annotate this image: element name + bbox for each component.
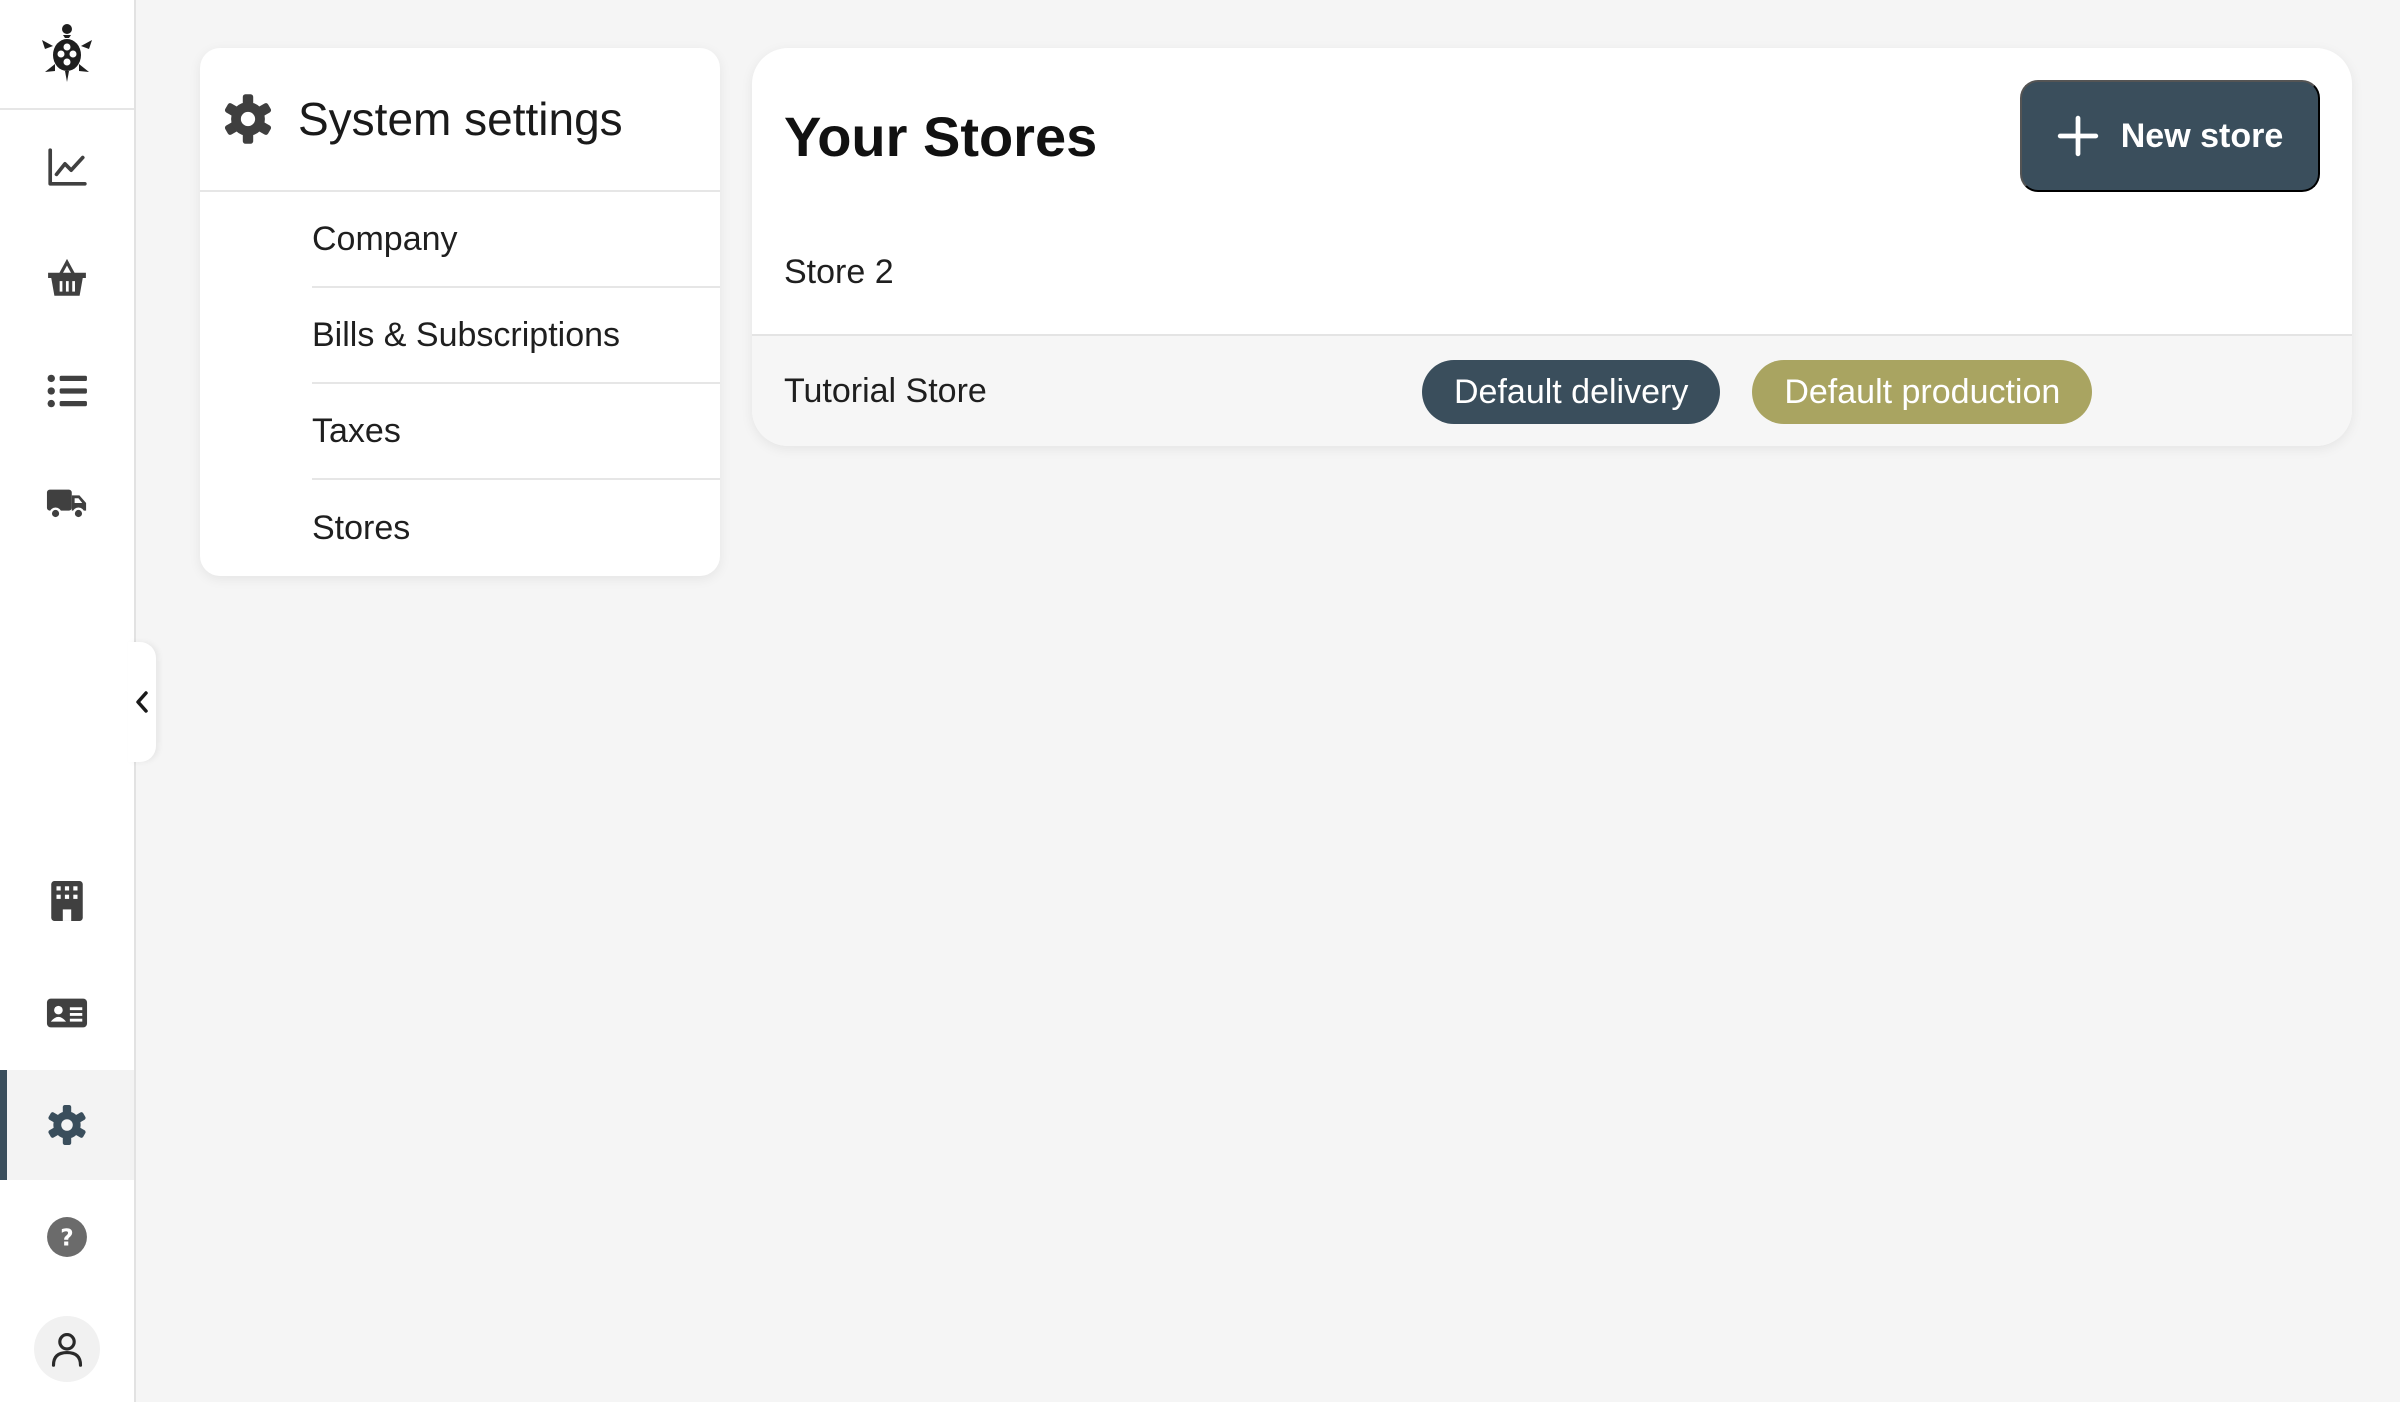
page-title: System settings [298, 93, 623, 145]
settings-link-bills[interactable]: Bills & Subscriptions [312, 288, 720, 384]
chart-icon [48, 148, 87, 186]
building-icon [51, 881, 83, 921]
help-icon: ? [47, 1217, 87, 1257]
list-icon [47, 374, 87, 408]
rail-item-orders[interactable] [0, 224, 134, 334]
store-name: Store 2 [784, 252, 894, 291]
rail-item-settings[interactable] [0, 1070, 134, 1180]
rail-item-analytics[interactable] [0, 112, 134, 222]
plus-icon [2057, 115, 2098, 157]
truck-icon [46, 489, 87, 520]
store-name: Tutorial Store [784, 371, 987, 410]
stores-title: Your Stores [784, 105, 1098, 168]
user-icon [51, 1333, 83, 1367]
new-store-label: New store [2120, 116, 2284, 155]
sidebar-rail: ? [0, 0, 136, 1402]
settings-header: System settings [200, 48, 720, 192]
turtle-logo-icon[interactable] [0, 0, 134, 110]
store-badges: Default delivery Default production [1422, 336, 2124, 446]
avatar [34, 1316, 100, 1382]
rail-item-help[interactable]: ? [0, 1182, 134, 1292]
rail-item-profile[interactable] [0, 1294, 134, 1402]
settings-nav: System settings Company Bills & Subscrip… [200, 48, 720, 576]
collapse-sidebar-button[interactable] [128, 642, 156, 762]
rail-item-delivery[interactable] [0, 448, 134, 558]
id-card-icon [46, 998, 88, 1028]
settings-link-taxes[interactable]: Taxes [312, 384, 720, 480]
store-row[interactable]: Tutorial Store Default delivery Default … [752, 334, 2352, 446]
gear-icon [48, 1105, 86, 1145]
new-store-button[interactable]: New store [2020, 80, 2320, 192]
default-delivery-badge: Default delivery [1422, 360, 1721, 424]
store-row[interactable]: Store 2 [752, 216, 2352, 328]
stores-panel: Your Stores New store Store 2 Tutorial S… [752, 48, 2352, 446]
gear-icon [224, 94, 272, 144]
rail-item-company[interactable] [0, 846, 134, 956]
chevron-left-icon [136, 691, 148, 713]
settings-link-stores[interactable]: Stores [312, 480, 720, 576]
default-production-badge: Default production [1752, 360, 2093, 424]
basket-icon [48, 258, 86, 296]
settings-link-company[interactable]: Company [312, 192, 720, 288]
rail-item-lists[interactable] [0, 336, 134, 446]
svg-text:?: ? [60, 1225, 73, 1251]
rail-item-contacts[interactable] [0, 958, 134, 1068]
